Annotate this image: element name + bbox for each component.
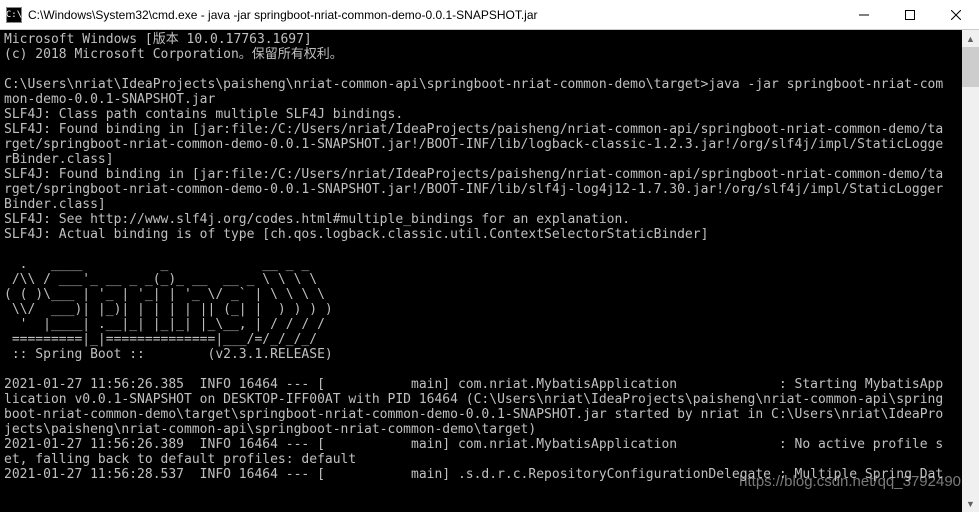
spring-banner: \\/ ___)| |_)| | | | | || (_| | ) ) ) ) <box>4 302 333 317</box>
output-line: mon-demo-0.0.1-SNAPSHOT.jar <box>4 92 215 107</box>
window-title: C:\Windows\System32\cmd.exe - java -jar … <box>28 8 841 22</box>
scroll-thumb[interactable] <box>962 47 979 87</box>
output-line: jects\paisheng\nriat-common-api\springbo… <box>4 422 536 437</box>
spring-banner: =========|_|==============|___/=/_/_/_/ <box>4 332 317 347</box>
output-line: SLF4J: Actual binding is of type [ch.qos… <box>4 227 708 242</box>
scroll-up-arrow-icon[interactable]: ▲ <box>962 30 979 47</box>
output-line: rget/springboot-nriat-common-demo-0.0.1-… <box>4 137 943 152</box>
spring-banner: ( ( )\___ | '_ | '_| | '_ \/ _` | \ \ \ … <box>4 287 325 302</box>
output-line: SLF4J: Found binding in [jar:file:/C:/Us… <box>4 167 943 182</box>
spring-banner: . ____ _ __ _ _ <box>4 257 309 272</box>
output-line: SLF4J: See http://www.slf4j.org/codes.ht… <box>4 212 630 227</box>
output-line: Binder.class] <box>4 197 106 212</box>
window-titlebar: C:\ C:\Windows\System32\cmd.exe - java -… <box>0 0 979 30</box>
output-line: 2021-01-27 11:56:28.537 INFO 16464 --- [… <box>4 467 943 482</box>
minimize-button[interactable] <box>841 0 887 29</box>
spring-banner: /\\ / ___'_ __ _ _(_)_ __ __ _ \ \ \ \ <box>4 272 317 287</box>
cmd-icon: C:\ <box>6 7 22 23</box>
close-button[interactable] <box>933 0 979 29</box>
output-line: (c) 2018 Microsoft Corporation。保留所有权利。 <box>4 47 343 62</box>
spring-banner: :: Spring Boot :: (v2.3.1.RELEASE) <box>4 347 333 362</box>
scroll-down-arrow-icon[interactable]: ▼ <box>962 495 979 512</box>
console-output[interactable]: Microsoft Windows [版本 10.0.17763.1697] (… <box>0 30 962 512</box>
output-line: Microsoft Windows [版本 10.0.17763.1697] <box>4 32 312 47</box>
vertical-scrollbar[interactable]: ▲ ▼ <box>962 30 979 512</box>
output-line: SLF4J: Class path contains multiple SLF4… <box>4 107 403 122</box>
output-line: 2021-01-27 11:56:26.385 INFO 16464 --- [… <box>4 377 943 392</box>
spring-banner: ' |____| .__|_| |_|_| |_\__, | / / / / <box>4 317 325 332</box>
output-line: rBinder.class] <box>4 152 114 167</box>
output-line: 2021-01-27 11:56:26.389 INFO 16464 --- [… <box>4 437 943 452</box>
output-line: C:\Users\nriat\IdeaProjects\paisheng\nri… <box>4 77 943 92</box>
maximize-button[interactable] <box>887 0 933 29</box>
output-line: lication v0.0.1-SNAPSHOT on DESKTOP-IFF0… <box>4 392 943 407</box>
output-line: boot-nriat-common-demo\target\springboot… <box>4 407 943 422</box>
output-line: SLF4J: Found binding in [jar:file:/C:/Us… <box>4 122 943 137</box>
output-line: rget/springboot-nriat-common-demo-0.0.1-… <box>4 182 943 197</box>
output-line: et, falling back to default profiles: de… <box>4 452 356 467</box>
console-area: Microsoft Windows [版本 10.0.17763.1697] (… <box>0 30 979 512</box>
window-controls <box>841 0 979 29</box>
